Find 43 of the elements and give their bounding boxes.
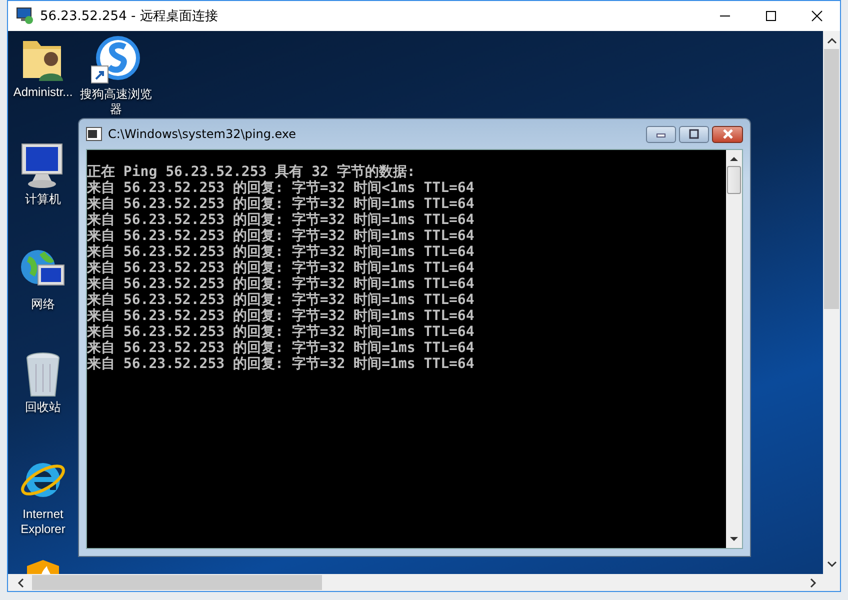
terminal-line: 来自 56.23.52.253 的回复: 字节=32 时间=1ms TTL=64 [87, 196, 476, 212]
terminal-line: 来自 56.23.52.253 的回复: 字节=32 时间=1ms TTL=64 [87, 260, 476, 276]
close-button[interactable] [712, 126, 743, 142]
scrollbar-thumb[interactable] [824, 49, 839, 309]
terminal-line: 来自 56.23.52.253 的回复: 字节=32 时间=1ms TTL=64 [87, 340, 476, 356]
desktop-icon-label[interactable]: 网络 [31, 297, 55, 312]
terminal-line: 来自 56.23.52.253 的回复: 字节=32 时间=1ms TTL=64 [87, 324, 476, 340]
browser-icon[interactable] [91, 35, 141, 85]
vertical-scrollbar[interactable] [726, 150, 742, 548]
scrollbar-thumb[interactable] [727, 166, 741, 194]
window-title: 56.23.52.254 - 远程桌面连接 [40, 8, 218, 25]
horizontal-scrollbar[interactable] [8, 574, 840, 591]
terminal-line: 来自 56.23.52.253 的回复: 字节=32 时间=1ms TTL=64 [87, 292, 476, 308]
close-icon [811, 10, 823, 22]
maximize-icon [765, 10, 777, 22]
terminal-line: 来自 56.23.52.253 的回复: 字节=32 时间=1ms TTL=64 [87, 276, 476, 292]
window-title: C:\Windows\system32\ping.exe [108, 127, 296, 141]
monitor-icon [16, 7, 34, 25]
scroll-up-icon[interactable] [730, 156, 738, 162]
minimize-button[interactable] [646, 126, 676, 142]
vertical-scrollbar[interactable] [823, 31, 840, 574]
desktop-icon-label[interactable]: 搜狗高速浏览器 [79, 87, 153, 117]
console-icon [86, 127, 102, 141]
terminal-line: 来自 56.23.52.253 的回复: 字节=32 时间=1ms TTL=64 [87, 356, 476, 372]
desktop-icon-label[interactable]: Administr... [13, 85, 73, 100]
terminal-line: 来自 56.23.52.253 的回复: 字节=32 时间<1ms TTL=64 [87, 180, 476, 196]
terminal-line: 来自 56.23.52.253 的回复: 字节=32 时间=1ms TTL=64 [87, 244, 476, 260]
terminal-line: 来自 56.23.52.253 的回复: 字节=32 时间=1ms TTL=64 [87, 228, 476, 244]
terminal-line: 正在 Ping 56.23.52.253 具有 32 字节的数据: [87, 164, 416, 180]
desktop-icon-label[interactable]: 计算机 [25, 192, 61, 207]
scroll-left-icon[interactable] [16, 576, 26, 588]
scrollbar-thumb[interactable] [32, 575, 322, 590]
restore-icon [688, 129, 700, 139]
scroll-up-icon[interactable] [826, 37, 836, 45]
scroll-down-icon[interactable] [730, 536, 738, 542]
desktop-icon-label[interactable]: Internet Explorer [12, 507, 74, 537]
close-icon [720, 129, 734, 139]
terminal-line: 来自 56.23.52.253 的回复: 字节=32 时间=1ms TTL=64 [87, 212, 476, 228]
scroll-right-icon[interactable] [808, 576, 818, 588]
scroll-down-icon[interactable] [826, 560, 836, 568]
desktop-icon-label[interactable]: 回收站 [25, 400, 61, 415]
terminal-line: 来自 56.23.52.253 的回复: 字节=32 时间=1ms TTL=64 [87, 308, 476, 324]
maximize-button[interactable] [679, 126, 709, 142]
